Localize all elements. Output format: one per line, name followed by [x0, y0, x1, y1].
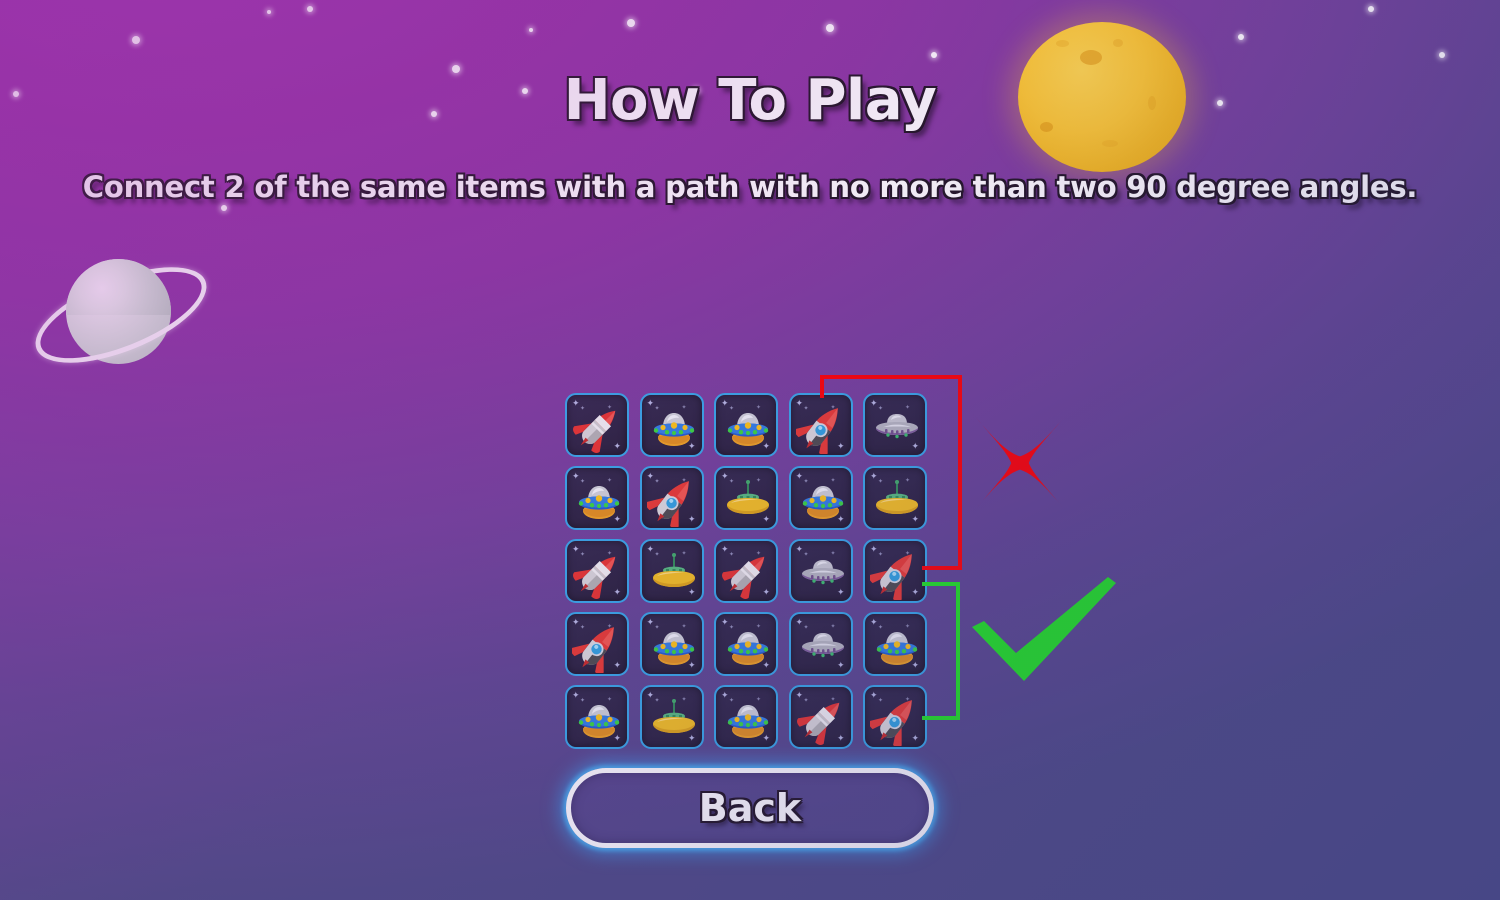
board-tile-ufo-blue[interactable]: ✦ ✦ ✦ ✦ — [714, 393, 778, 457]
board-tile-rocket-diagonal[interactable]: ✦ ✦ ✦ ✦ — [565, 393, 629, 457]
board-tile-ufo-blue[interactable]: ✦ ✦ ✦ ✦ — [565, 685, 629, 749]
board-tile-rocket-diagonal[interactable]: ✦ ✦ ✦ ✦ — [565, 539, 629, 603]
board-tile-rocket-up[interactable]: ✦ ✦ ✦ ✦ — [863, 539, 927, 603]
board-tile-rocket-diagonal[interactable]: ✦ ✦ ✦ ✦ — [714, 539, 778, 603]
board-tile-ufo-blue[interactable]: ✦ ✦ ✦ ✦ — [714, 612, 778, 676]
board-tile-ufo-blue[interactable]: ✦ ✦ ✦ ✦ — [863, 612, 927, 676]
background-star — [1368, 6, 1374, 12]
background-star — [1238, 34, 1244, 40]
background-star — [267, 10, 271, 14]
board-tile-rocket-up[interactable]: ✦ ✦ ✦ ✦ — [639, 466, 704, 530]
board-tile-ufo-blue[interactable]: ✦ ✦ ✦ ✦ — [788, 466, 853, 530]
board-tile-saucer-yellow[interactable]: ✦ ✦ ✦ ✦ — [639, 539, 704, 603]
background-star — [931, 52, 937, 58]
game-board-preview: ✦ ✦ ✦ ✦ ✦ ✦ ✦ ✦ ✦ ✦ ✦ ✦ ✦ ✦ ✦ ✦ ✦ ✦ ✦ ✦ … — [565, 393, 931, 749]
game-screen: How To Play Connect 2 of the same items … — [0, 0, 1500, 900]
back-button-label: Back — [698, 786, 802, 830]
board-tile-saucer-gray[interactable]: ✦ ✦ ✦ ✦ — [788, 539, 853, 603]
board-tile-rocket-up[interactable]: ✦ ✦ ✦ ✦ — [565, 612, 629, 676]
back-button[interactable]: Back — [566, 768, 934, 848]
page-title: How To Play — [563, 68, 937, 133]
cross-mark-icon — [971, 412, 1069, 514]
background-star — [529, 28, 533, 32]
check-mark-icon — [972, 577, 1116, 681]
instruction-text: Connect 2 of the same items with a path … — [82, 170, 1418, 204]
board-tile-rocket-up[interactable]: ✦ ✦ ✦ ✦ — [788, 393, 853, 457]
board-tile-saucer-gray[interactable]: ✦ ✦ ✦ ✦ — [788, 612, 853, 676]
board-tile-ufo-blue[interactable]: ✦ ✦ ✦ ✦ — [714, 685, 778, 749]
board-tile-saucer-gray[interactable]: ✦ ✦ ✦ ✦ — [863, 393, 927, 457]
board-tile-rocket-up[interactable]: ✦ ✦ ✦ ✦ — [863, 685, 927, 749]
board-tile-saucer-yellow[interactable]: ✦ ✦ ✦ ✦ — [639, 685, 704, 749]
background-star — [132, 36, 140, 44]
board-tile-ufo-blue[interactable]: ✦ ✦ ✦ ✦ — [565, 466, 629, 530]
background-star — [826, 24, 834, 32]
board-tile-rocket-diagonal[interactable]: ✦ ✦ ✦ ✦ — [788, 685, 853, 749]
background-star — [627, 19, 635, 27]
board-tile-ufo-blue[interactable]: ✦ ✦ ✦ ✦ — [639, 393, 704, 457]
ringed-planet-icon — [23, 247, 219, 383]
board-tile-saucer-yellow[interactable]: ✦ ✦ ✦ ✦ — [863, 466, 927, 530]
background-star — [307, 6, 313, 12]
board-tile-saucer-yellow[interactable]: ✦ ✦ ✦ ✦ — [714, 466, 778, 530]
board-tile-ufo-blue[interactable]: ✦ ✦ ✦ ✦ — [639, 612, 704, 676]
background-star — [221, 205, 227, 211]
background-star — [1439, 52, 1445, 58]
